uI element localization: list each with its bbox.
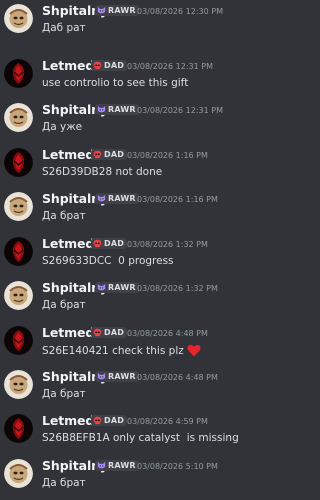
timestamp: 03/08/2026 5:10 PM <box>137 462 218 471</box>
message-text: S26E140421 check this plz <box>42 344 201 357</box>
user-tag-label: RAWR <box>108 461 136 470</box>
timestamp: 03/08/2026 4:59 PM <box>127 417 208 426</box>
user-tag-label: DAD <box>104 150 125 159</box>
user-tag[interactable]: DAD <box>91 415 128 426</box>
timestamp: 03/08/2026 1:32 PM <box>127 240 208 249</box>
avatar-shpitalny[interactable] <box>4 459 33 488</box>
red-skull-icon <box>93 61 102 70</box>
heart-icon <box>187 344 201 357</box>
user-tag[interactable]: RAWR <box>95 371 139 382</box>
message-text: S26B8EFB1A only catalyst is missing <box>42 432 239 444</box>
timestamp: 03/08/2026 1:32 PM <box>137 284 218 293</box>
avatar-letmedie[interactable] <box>4 326 33 355</box>
avatar-letmedie[interactable] <box>4 148 33 177</box>
avatar-shpitalny[interactable] <box>4 192 33 221</box>
avatar-letmedie[interactable] <box>4 414 33 443</box>
user-tag-label: DAD <box>104 61 125 70</box>
user-tag[interactable]: RAWR <box>95 460 139 471</box>
red-skull-icon <box>93 328 102 337</box>
message-text: Да брат <box>42 477 86 489</box>
message[interactable]: Shpitalny RAWR 03/08/2026 1:16 PM Да бра… <box>0 188 281 232</box>
message-content: use controlio to see this gift <box>42 77 189 89</box>
message-text: Даб рат <box>42 22 86 34</box>
cat-icon <box>97 283 106 291</box>
timestamp: 03/08/2026 4:48 PM <box>137 373 218 382</box>
user-tag-label: DAD <box>104 328 125 337</box>
message-content: S26E140421 check this plz <box>42 344 184 357</box>
user-tag-label: RAWR <box>108 105 136 114</box>
message[interactable]: Letmedie DAD 03/08/2026 1:16 PM S26D39DB… <box>0 144 281 188</box>
cat-icon <box>97 6 106 14</box>
timestamp: 03/08/2026 4:48 PM <box>127 329 208 338</box>
avatar-shpitalny[interactable] <box>4 281 33 310</box>
message-content: Да брат <box>42 299 86 311</box>
timestamp: 03/08/2026 1:16 PM <box>137 195 218 204</box>
user-tag-label: DAD <box>104 416 125 425</box>
timestamp: 03/08/2026 12:31 PM <box>127 62 213 71</box>
message[interactable]: Shpitalny RAWR 03/08/2026 5:10 PM Да бра… <box>0 455 281 499</box>
message[interactable]: Letmedie DAD 03/08/2026 4:59 PM S26B8EFB… <box>0 410 281 454</box>
message[interactable]: Shpitalny RAWR 03/08/2026 4:48 PM Да бра… <box>0 366 281 410</box>
message-content: Да брат <box>42 477 86 489</box>
user-tag[interactable]: RAWR <box>95 104 139 115</box>
user-tag-label: RAWR <box>108 194 136 203</box>
red-skull-icon <box>93 416 102 425</box>
timestamp: 03/08/2026 12:30 PM <box>137 7 223 16</box>
avatar-shpitalny[interactable] <box>4 370 33 399</box>
user-tag[interactable]: DAD <box>91 238 128 249</box>
user-tag[interactable]: DAD <box>91 327 128 338</box>
message-content: S26B8EFB1A only catalyst is missing <box>42 432 239 444</box>
message-text: Да уже <box>42 121 82 133</box>
red-skull-icon <box>93 150 102 159</box>
message[interactable]: Letmedie DAD 03/08/2026 12:31 PM use con… <box>0 55 281 99</box>
message-text: use controlio to see this gift <box>42 77 188 89</box>
chat-message-list: Shpitalny RAWR 03/08/2026 12:30 PM Даб р… <box>0 0 281 500</box>
message[interactable]: Letmedie DAD 03/08/2026 1:32 PM S269633D… <box>0 233 281 277</box>
user-tag-label: DAD <box>104 239 125 248</box>
message-text: S26D39DB28 not done <box>42 166 162 178</box>
user-tag-label: RAWR <box>108 372 136 381</box>
message-content: Да уже <box>42 121 83 133</box>
message-content: Да брат <box>42 388 86 400</box>
cat-icon <box>97 194 106 202</box>
message-content: Даб рат <box>42 22 86 34</box>
timestamp: 03/08/2026 1:16 PM <box>127 151 208 160</box>
user-tag[interactable]: RAWR <box>95 193 139 204</box>
timestamp: 03/08/2026 12:31 PM <box>137 106 223 115</box>
user-tag-label: RAWR <box>108 6 136 15</box>
avatar-letmedie[interactable] <box>4 59 33 88</box>
user-tag[interactable]: RAWR <box>95 5 139 16</box>
message-text: S269633DCC 0 progress <box>42 255 174 267</box>
user-tag[interactable]: RAWR <box>95 282 139 293</box>
message-text: Да брат <box>42 210 86 222</box>
message[interactable]: Shpitalny RAWR 03/08/2026 12:30 PM Даб р… <box>0 0 281 44</box>
user-tag[interactable]: DAD <box>91 149 128 160</box>
message[interactable]: Shpitalny RAWR 03/08/2026 1:32 PM Да бра… <box>0 277 281 321</box>
message[interactable]: Shpitalny RAWR 03/08/2026 12:31 PM Да уж… <box>0 99 281 143</box>
message-content: S269633DCC 0 progress <box>42 255 174 267</box>
user-tag-label: RAWR <box>108 283 136 292</box>
avatar-shpitalny[interactable] <box>4 103 33 132</box>
user-tag[interactable]: DAD <box>91 60 128 71</box>
message-text: Да брат <box>42 388 86 400</box>
message[interactable]: Letmedie DAD 03/08/2026 4:48 PM S26E1404… <box>0 322 281 366</box>
avatar-letmedie[interactable] <box>4 237 33 266</box>
cat-icon <box>97 372 106 380</box>
message-content: Да брат <box>42 210 86 222</box>
message-content: S26D39DB28 not done <box>42 166 163 178</box>
cat-icon <box>97 105 106 113</box>
message-text: Да брат <box>42 299 86 311</box>
red-skull-icon <box>93 239 102 248</box>
cat-icon <box>97 461 106 469</box>
avatar-shpitalny[interactable] <box>4 4 33 33</box>
